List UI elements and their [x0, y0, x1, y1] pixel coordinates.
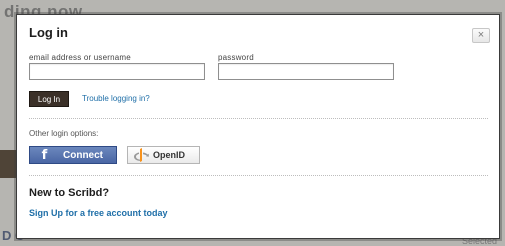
- login-dialog: Log in × email address or username passw…: [16, 14, 500, 239]
- close-button[interactable]: ×: [472, 28, 490, 43]
- facebook-connect-label: Connect: [63, 149, 103, 161]
- password-field[interactable]: [218, 63, 394, 80]
- dialog-title: Log in: [29, 25, 68, 40]
- email-field[interactable]: [29, 63, 205, 80]
- divider: [29, 118, 488, 119]
- other-login-options-label: Other login options:: [29, 129, 99, 138]
- facebook-icon: f: [41, 147, 48, 163]
- password-label: password: [218, 53, 254, 62]
- login-button[interactable]: Log In: [29, 91, 69, 107]
- trouble-logging-in-link[interactable]: Trouble logging in?: [82, 94, 150, 103]
- openid-icon: [134, 148, 149, 162]
- divider: [29, 175, 488, 176]
- facebook-connect-button[interactable]: f Connect: [29, 146, 117, 164]
- close-icon: ×: [477, 29, 485, 41]
- openid-label: OpenID: [153, 150, 186, 160]
- openid-button[interactable]: OpenID: [127, 146, 200, 164]
- new-to-scribd-heading: New to Scribd?: [29, 187, 110, 199]
- signup-link[interactable]: Sign Up for a free account today: [29, 208, 168, 218]
- email-label: email address or username: [29, 53, 131, 62]
